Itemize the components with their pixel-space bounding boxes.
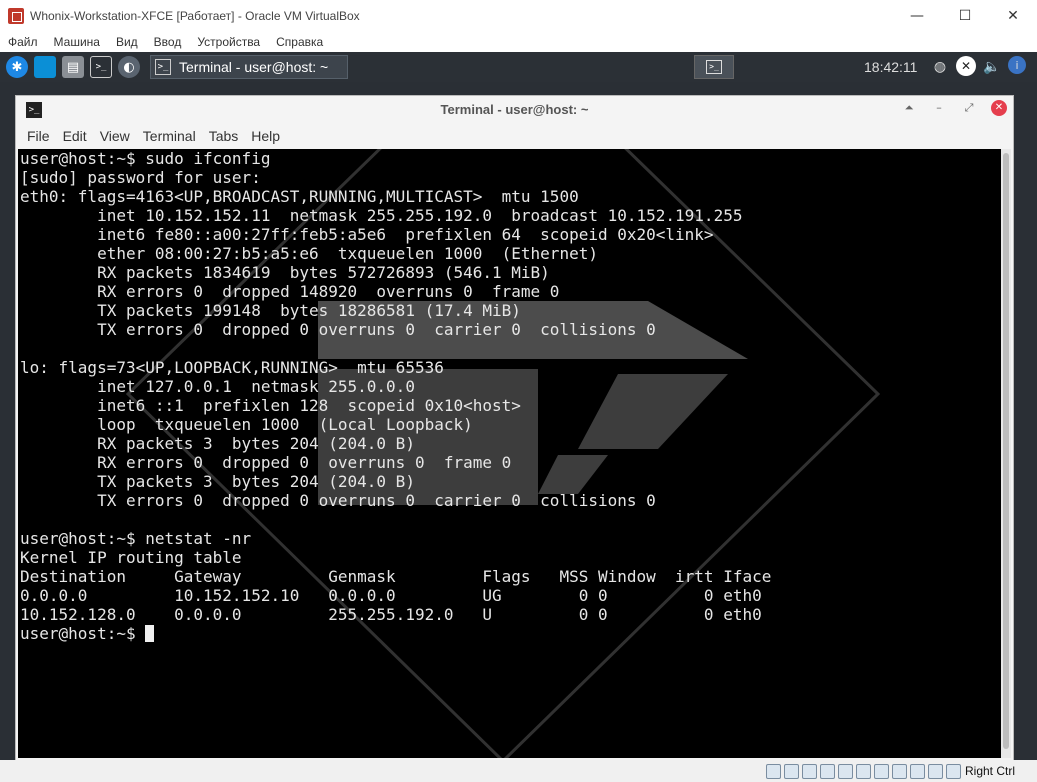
network-icon[interactable] — [819, 763, 835, 779]
host-menu-devices[interactable]: Устройства — [189, 35, 268, 49]
terminal-line: 0.0.0.0 10.152.152.10 0.0.0.0 UG 0 0 0 e… — [20, 586, 762, 605]
terminal-launcher-icon[interactable]: >_ — [90, 56, 112, 78]
text-cursor — [145, 625, 155, 642]
terminal-line: inet 10.152.152.11 netmask 255.255.192.0… — [20, 206, 743, 225]
host-titlebar: Whonix-Workstation-XFCE [Работает] - Ora… — [0, 0, 1037, 32]
host-key-label: Right Ctrl — [964, 764, 1015, 778]
terminal-line: inet6 fe80::a00:27ff:feb5:a5e6 prefixlen… — [20, 225, 714, 244]
info-icon[interactable]: i — [1008, 56, 1026, 74]
recording-icon[interactable] — [891, 763, 907, 779]
usb-icon[interactable] — [837, 763, 853, 779]
menu-edit[interactable]: Edit — [52, 128, 87, 144]
terminal-output[interactable]: user@host:~$ sudo ifconfig [sudo] passwor… — [18, 149, 1001, 758]
terminal-line: TX packets 3 bytes 204 (204.0 B) — [20, 472, 415, 491]
terminal-line: Destination Gateway Genmask Flags MSS Wi… — [20, 567, 772, 586]
virtualbox-icon — [8, 8, 24, 24]
menu-terminal[interactable]: Terminal — [132, 128, 196, 144]
terminal-scrollbar[interactable] — [1001, 149, 1011, 758]
host-menu-input[interactable]: Ввод — [146, 35, 190, 49]
shared-folders-icon[interactable] — [855, 763, 871, 779]
host-statusbar: Right Ctrl — [0, 760, 1037, 782]
terminal-line: TX errors 0 dropped 0 overruns 0 carrier… — [20, 320, 656, 339]
terminal-line: inet6 ::1 prefixlen 128 scopeid 0x10<hos… — [20, 396, 521, 415]
taskbar-item-terminal[interactable]: >_ Terminal - user@host: ~ — [150, 55, 348, 79]
menu-file[interactable]: File — [16, 128, 50, 144]
terminal-window: >_ Terminal - user@host: ~ ⏶ – ⤢ ✕ File … — [15, 95, 1014, 761]
terminal-line: user@host:~$ sudo ifconfig — [20, 149, 271, 168]
display-icon[interactable] — [873, 763, 889, 779]
volume-icon[interactable]: 🔈 — [982, 56, 1002, 78]
terminal-line: inet 127.0.0.1 netmask 255.0.0.0 — [20, 377, 415, 396]
terminal-line: ether 08:00:27:b5:a5:e6 txqueuelen 1000 … — [20, 244, 598, 263]
terminal-prompt: user@host:~$ — [20, 624, 146, 643]
scrollbar-thumb[interactable] — [1003, 153, 1009, 749]
host-maximize-button[interactable]: ☐ — [941, 0, 989, 32]
taskbar-item-label: Terminal - user@host: ~ — [179, 59, 329, 75]
maximize-button[interactable]: ⤢ — [961, 100, 977, 116]
keyboard-capture-icon[interactable] — [945, 763, 961, 779]
mouse-integration-icon[interactable] — [927, 763, 943, 779]
workspace-switcher[interactable]: >_ — [694, 55, 734, 79]
host-close-button[interactable]: ✕ — [989, 0, 1037, 32]
terminal-line: Kernel IP routing table — [20, 548, 242, 567]
terminal-icon: >_ — [155, 59, 171, 75]
terminal-icon: >_ — [706, 60, 722, 74]
menu-tabs[interactable]: Tabs — [198, 128, 239, 144]
guest-panel: ✱ ▤ >_ ◐ >_ Terminal - user@host: ~ >_ 1… — [0, 52, 1037, 82]
tor-status-icon[interactable]: ◍ — [930, 56, 950, 78]
terminal-line: [sudo] password for user: — [20, 168, 261, 187]
terminal-prompt-line: user@host:~$ — [20, 624, 771, 643]
host-menu-help[interactable]: Справка — [268, 35, 331, 49]
system-tray: ◍ ✕ 🔈 i — [930, 56, 1026, 78]
terminal-line: eth0: flags=4163<UP,BROADCAST,RUNNING,MU… — [20, 187, 579, 206]
terminal-line: loop txqueuelen 1000 (Local Loopback) — [20, 415, 473, 434]
panel-clock[interactable]: 18:42:11 — [864, 52, 917, 82]
terminal-line: RX packets 1834619 bytes 572726893 (546.… — [20, 263, 550, 282]
shade-button[interactable]: ⏶ — [901, 100, 917, 116]
whisker-menu-icon[interactable]: ✱ — [6, 56, 28, 78]
host-menu-view[interactable]: Вид — [108, 35, 146, 49]
terminal-line: 10.152.128.0 0.0.0.0 255.255.192.0 U 0 0… — [20, 605, 762, 624]
terminal-title: Terminal - user@host: ~ — [440, 102, 589, 117]
host-menu-file[interactable]: Файл — [0, 35, 46, 49]
host-window-title: Whonix-Workstation-XFCE [Работает] - Ora… — [30, 9, 360, 23]
hard-disk-icon[interactable] — [765, 763, 781, 779]
terminal-line: lo: flags=73<UP,LOOPBACK,RUNNING> mtu 65… — [20, 358, 444, 377]
terminal-line: RX packets 3 bytes 204 (204.0 B) — [20, 434, 415, 453]
terminal-menubar: File Edit View Terminal Tabs Help — [16, 123, 1013, 149]
audio-icon[interactable] — [801, 763, 817, 779]
menu-view[interactable]: View — [89, 128, 130, 144]
terminal-titlebar[interactable]: >_ Terminal - user@host: ~ ⏶ – ⤢ ✕ — [16, 96, 1013, 123]
web-browser-icon[interactable]: ◐ — [118, 56, 140, 78]
optical-drive-icon[interactable] — [783, 763, 799, 779]
host-menubar: Файл Машина Вид Ввод Устройства Справка — [0, 32, 1037, 52]
host-menu-machine[interactable]: Машина — [46, 35, 108, 49]
terminal-line: user@host:~$ netstat -nr — [20, 529, 252, 548]
terminal-line: RX errors 0 dropped 148920 overruns 0 fr… — [20, 282, 560, 301]
show-desktop-icon[interactable] — [34, 56, 56, 78]
terminal-line: TX errors 0 dropped 0 overruns 0 carrier… — [20, 491, 656, 510]
terminal-line: TX packets 199148 bytes 18286581 (17.4 M… — [20, 301, 521, 320]
whonix-check-icon[interactable]: ✕ — [956, 56, 976, 76]
cpu-icon[interactable] — [909, 763, 925, 779]
terminal-line: RX errors 0 dropped 0 overruns 0 frame 0 — [20, 453, 512, 472]
terminal-text: user@host:~$ sudo ifconfig [sudo] passwor… — [20, 149, 771, 643]
close-button[interactable]: ✕ — [991, 100, 1007, 116]
host-minimize-button[interactable]: — — [893, 0, 941, 32]
menu-help[interactable]: Help — [240, 128, 280, 144]
file-manager-icon[interactable]: ▤ — [62, 56, 84, 78]
minimize-button[interactable]: – — [931, 100, 947, 116]
